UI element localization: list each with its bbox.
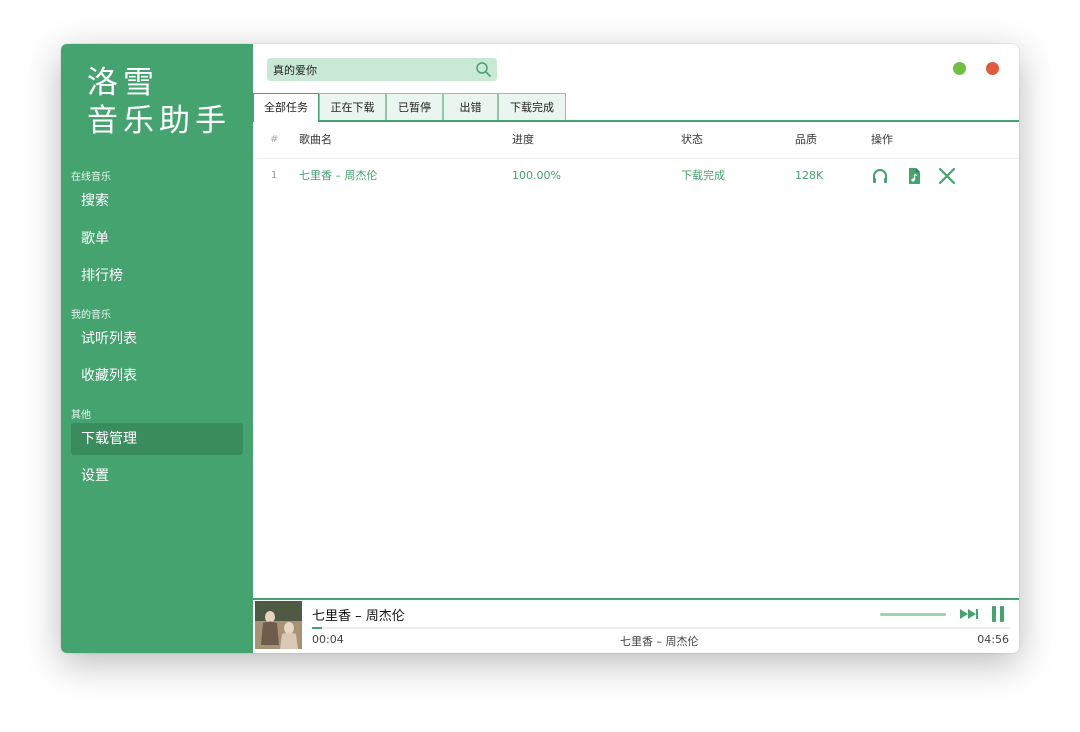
sidebar-item-favorites[interactable]: 收藏列表 [71,360,243,392]
header-song-name: 歌曲名 [299,133,332,146]
tab-downloading[interactable]: 正在下载 [319,93,386,120]
player-current-time: 00:04 [312,633,344,646]
album-cover[interactable] [255,601,302,649]
brand-line-1: 洛雪 [87,65,159,101]
sidebar-item-trial-list[interactable]: 试听列表 [71,323,243,355]
header-quality: 品质 [795,133,817,146]
header-status: 状态 [681,133,703,146]
row-progress: 100.00% [512,169,561,182]
row-quality: 128K [795,169,824,182]
main-panel: 全部任务 正在下载 已暂停 出错 下载完成 # 歌曲名 进度 状态 品质 操作 … [253,44,1019,600]
sidebar-item-playlists[interactable]: 歌单 [71,223,243,255]
section-label-online-music: 在线音乐 [71,172,111,183]
sidebar-item-download-manager[interactable]: 下载管理 [71,423,243,455]
volume-fill [880,613,946,616]
table-header: # 歌曲名 进度 状态 品质 操作 [253,122,1019,159]
minimize-button[interactable] [953,62,966,75]
volume-slider[interactable] [880,613,946,616]
close-icon[interactable] [938,167,956,185]
header-progress: 进度 [512,133,534,146]
sidebar-item-settings[interactable]: 设置 [71,460,243,492]
sidebar-item-leaderboard[interactable]: 排行榜 [71,260,243,292]
header-actions: 操作 [871,133,893,146]
task-tabs: 全部任务 正在下载 已暂停 出错 下载完成 [253,93,1019,122]
search-box [267,58,497,81]
player-duration: 04:56 [977,633,1009,646]
headphones-icon[interactable] [871,167,889,185]
section-label-other: 其他 [71,410,91,421]
sidebar-item-search[interactable]: 搜索 [71,185,243,217]
album-art-image [255,601,302,649]
brand-line-2: 音乐助手 [87,103,231,139]
music-file-icon[interactable] [905,167,923,185]
row-status: 下载完成 [681,169,725,182]
player-bar: 七里香 – 周杰伦 00:04 七里香 – 周杰伦 04:56 [253,598,1019,653]
player-song-title: 七里香 – 周杰伦 [312,609,405,624]
app-logo: 洛雪 音乐助手 [87,64,231,140]
close-window-button[interactable] [986,62,999,75]
tab-all-tasks[interactable]: 全部任务 [253,93,319,122]
tab-paused[interactable]: 已暂停 [386,93,443,120]
player-song-subtitle: 七里香 – 周杰伦 [620,635,699,648]
search-icon[interactable] [475,61,492,78]
row-num: 1 [271,170,278,181]
sidebar: 洛雪 音乐助手 在线音乐 搜索 歌单 排行榜 我的音乐 试听列表 收藏列表 其他… [61,44,253,653]
table-row[interactable]: 1 七里香 – 周杰伦 100.00% 下载完成 128K [253,159,1019,193]
search-input[interactable] [273,58,463,81]
section-label-my-music: 我的音乐 [71,310,111,321]
tab-completed[interactable]: 下载完成 [498,93,566,120]
player-progress-bar[interactable] [312,627,1011,629]
row-song-name: 七里香 – 周杰伦 [299,169,378,182]
header-num: # [270,134,279,145]
app-window: 洛雪 音乐助手 在线音乐 搜索 歌单 排行榜 我的音乐 试听列表 收藏列表 其他… [61,44,1019,653]
tab-error[interactable]: 出错 [443,93,498,120]
pause-icon[interactable] [989,605,1007,623]
player-progress-fill [312,627,322,629]
next-track-icon[interactable] [959,605,979,623]
